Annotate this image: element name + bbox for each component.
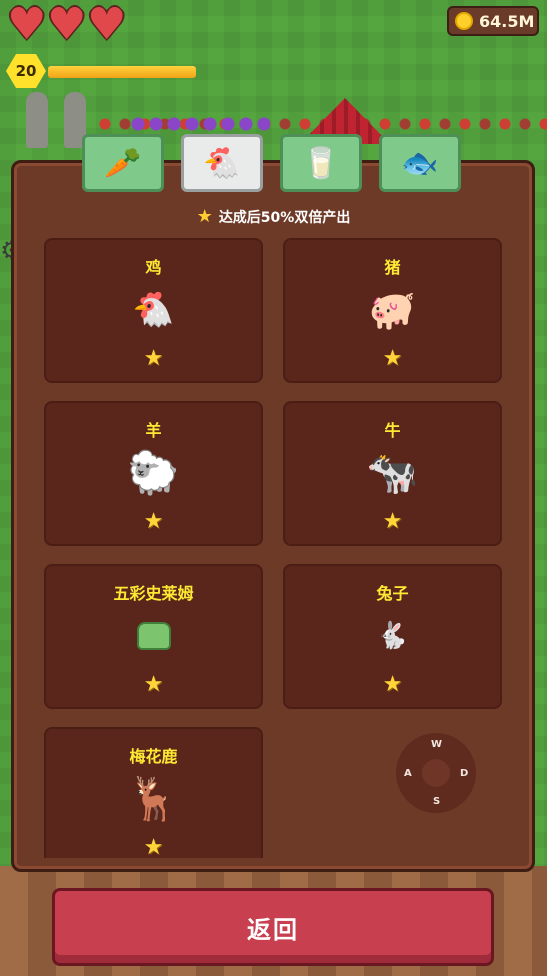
milk-jar-icon: 🥛 <box>302 145 340 181</box>
animal-card-rabbit[interactable]: 兔子 🐇 ★ <box>283 564 502 709</box>
dpad-down-label: S <box>433 796 441 807</box>
star-icon: ★ <box>382 346 403 371</box>
category-tabs: 🥕 🐔 🥛 🐟 <box>82 134 461 192</box>
bonus-banner: ★ 达成后50%双倍产出 <box>0 206 547 227</box>
dpad-left-label: A <box>404 768 412 779</box>
chicken-icon: 🐔 <box>132 290 175 330</box>
coin-value: 64.5M <box>479 11 535 31</box>
xp-fill <box>48 66 196 78</box>
purple-flowers <box>130 114 270 134</box>
tab-products[interactable]: 🥛 <box>280 134 362 192</box>
animal-name: 梅花鹿 <box>129 747 178 766</box>
star-icon: ★ <box>382 672 403 697</box>
animal-card-slime[interactable]: 五彩史莱姆 ★ <box>44 564 263 709</box>
star-icon: ★ <box>143 672 164 697</box>
star-icon: ★ <box>196 206 213 227</box>
animal-name: 猪 <box>384 258 401 277</box>
bonus-text: 达成后50%双倍产出 <box>218 210 351 226</box>
heart-icon <box>47 0 86 50</box>
level-value: 20 <box>15 62 37 80</box>
star-icon: ★ <box>143 346 164 371</box>
star-icon: ★ <box>143 509 164 534</box>
virtual-dpad[interactable]: W A D S <box>396 733 476 813</box>
animal-name: 牛 <box>384 421 401 440</box>
animal-name: 五彩史莱姆 <box>113 584 194 603</box>
animal-card-deer[interactable]: 梅花鹿 🦌 ★ <box>44 727 263 858</box>
animal-card-sheep[interactable]: 羊 🐑 ★ <box>44 401 263 546</box>
pig-icon: 🐖 <box>368 287 417 332</box>
tab-fish[interactable]: 🐟 <box>379 134 461 192</box>
slime-icon <box>46 610 261 662</box>
animal-card-pig[interactable]: 猪 🐖 ★ <box>283 238 502 383</box>
coin-counter: 64.5M <box>447 6 539 36</box>
stone-statue <box>26 92 48 148</box>
animal-card-cow[interactable]: 牛 🐄 ★ <box>283 401 502 546</box>
tab-animals[interactable]: 🐔 <box>181 134 263 192</box>
dpad-up-label: W <box>431 739 443 750</box>
carrot-icon: 🥕 <box>104 145 142 181</box>
deer-icon: 🦌 <box>127 774 180 823</box>
fish-icon: 🐟 <box>401 145 439 181</box>
back-button-label: 返回 <box>247 915 299 944</box>
animal-name: 鸡 <box>145 258 162 277</box>
star-icon: ★ <box>143 835 164 858</box>
tab-crops[interactable]: 🥕 <box>82 134 164 192</box>
sheep-icon: 🐑 <box>127 448 180 497</box>
animal-card-chicken[interactable]: 鸡 🐔 ★ <box>44 238 263 383</box>
dpad-center <box>422 759 450 787</box>
animal-name: 羊 <box>145 421 162 440</box>
cow-icon: 🐄 <box>366 448 419 497</box>
health-hearts <box>7 0 126 50</box>
back-button[interactable]: 返回 <box>52 888 494 966</box>
rabbit-icon: 🐇 <box>376 621 409 651</box>
xp-bar <box>48 66 196 78</box>
star-icon: ★ <box>382 509 403 534</box>
coin-icon <box>455 12 473 30</box>
dpad-right-label: D <box>460 768 469 779</box>
chicken-icon: 🐔 <box>203 145 241 181</box>
animal-name: 兔子 <box>376 584 409 603</box>
heart-icon <box>87 0 126 50</box>
heart-icon <box>7 0 46 50</box>
